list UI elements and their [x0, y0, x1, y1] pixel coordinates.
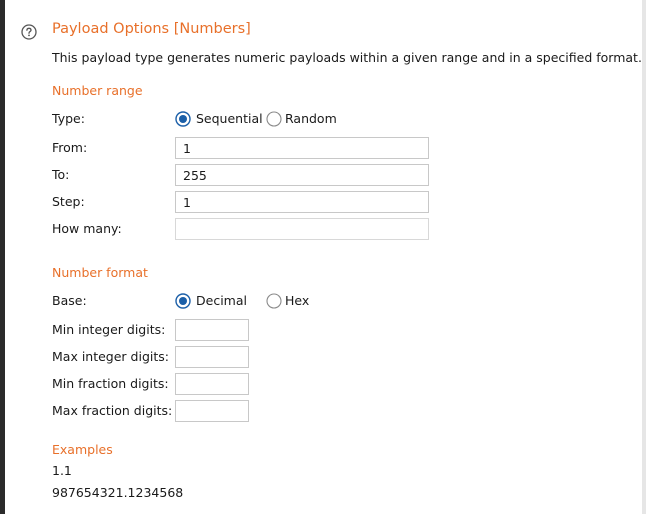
help-icon[interactable]: [21, 24, 37, 40]
step-input[interactable]: [175, 191, 429, 213]
to-label: To:: [52, 167, 70, 182]
radio-random[interactable]: [266, 111, 282, 127]
page-title: Payload Options [Numbers]: [52, 21, 251, 37]
max-integer-digits-input[interactable]: [175, 346, 249, 368]
to-input[interactable]: [175, 164, 429, 186]
min-integer-digits-input[interactable]: [175, 319, 249, 341]
step-label: Step:: [52, 194, 85, 209]
how-many-label: How many:: [52, 221, 122, 236]
max-fraction-digits-label: Max fraction digits:: [52, 403, 173, 418]
section-title-number-range: Number range: [52, 83, 143, 98]
min-fraction-digits-input[interactable]: [175, 373, 249, 395]
radio-random-label[interactable]: Random: [285, 111, 337, 126]
base-label: Base:: [52, 293, 87, 308]
example-item: 1.1: [52, 463, 72, 478]
page-description: This payload type generates numeric payl…: [52, 50, 642, 65]
right-scroll-edge: [642, 0, 646, 514]
section-title-examples: Examples: [52, 442, 113, 457]
radio-sequential[interactable]: [175, 111, 191, 127]
left-border: [0, 0, 5, 514]
type-label: Type:: [52, 111, 85, 126]
section-title-number-format: Number format: [52, 265, 148, 280]
radio-decimal-label[interactable]: Decimal: [196, 293, 247, 308]
radio-decimal[interactable]: [175, 293, 191, 309]
min-integer-digits-label: Min integer digits:: [52, 322, 166, 337]
radio-hex[interactable]: [266, 293, 282, 309]
radio-sequential-label[interactable]: Sequential: [196, 111, 263, 126]
max-fraction-digits-input[interactable]: [175, 400, 249, 422]
how-many-input[interactable]: [175, 218, 429, 240]
example-item: 987654321.1234568: [52, 485, 184, 500]
radio-hex-label[interactable]: Hex: [285, 293, 309, 308]
from-label: From:: [52, 140, 88, 155]
min-fraction-digits-label: Min fraction digits:: [52, 376, 169, 391]
from-input[interactable]: [175, 137, 429, 159]
max-integer-digits-label: Max integer digits:: [52, 349, 169, 364]
